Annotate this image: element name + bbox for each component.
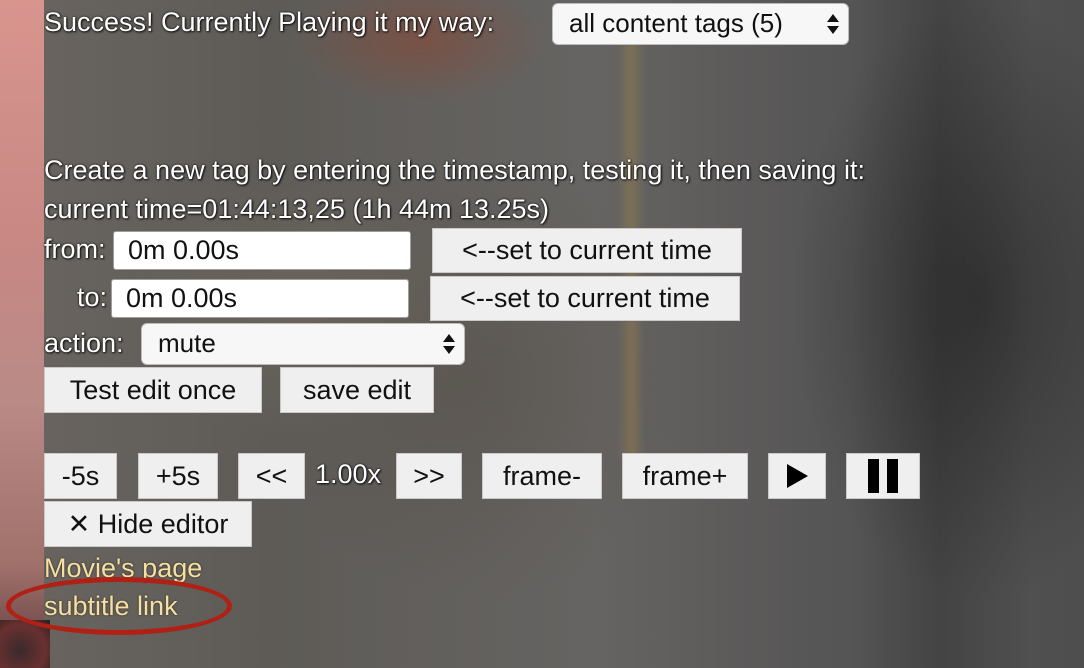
from-time-input[interactable]: 0m 0.00s: [113, 231, 411, 270]
set-to-current-time-button[interactable]: <--set to current time: [430, 276, 740, 321]
editor-instructions: Create a new tag by entering the timesta…: [44, 155, 865, 185]
faster-button[interactable]: >>: [396, 453, 462, 499]
slower-button[interactable]: <<: [238, 453, 305, 499]
background-shadow: [850, 0, 1030, 668]
select-arrows-icon: [443, 334, 455, 354]
from-label: from:: [44, 234, 106, 264]
status-text: Success! Currently Playing it my way:: [44, 7, 495, 37]
action-select[interactable]: mute: [141, 323, 465, 365]
rewind-5s-button[interactable]: -5s: [44, 453, 117, 499]
play-button[interactable]: [768, 453, 826, 499]
hide-editor-button[interactable]: ✕ Hide editor: [44, 501, 252, 547]
current-time-display: current time=01:44:13,25 (1h 44m 13.25s): [44, 194, 550, 224]
set-from-current-time-button[interactable]: <--set to current time: [432, 228, 742, 273]
select-arrows-icon: [827, 14, 839, 34]
save-edit-button[interactable]: save edit: [280, 367, 434, 413]
annotation-circle: [6, 577, 232, 635]
forward-5s-button[interactable]: +5s: [138, 453, 218, 499]
background-left-strip: [0, 0, 44, 668]
content-tags-select-value: all content tags (5): [569, 8, 783, 38]
action-label: action:: [44, 328, 124, 358]
play-icon: [787, 464, 808, 488]
to-time-input[interactable]: 0m 0.00s: [111, 279, 409, 318]
to-label: to:: [77, 282, 108, 312]
test-edit-once-button[interactable]: Test edit once: [44, 367, 262, 413]
pause-icon: [868, 459, 898, 493]
action-select-value: mute: [158, 328, 216, 358]
pause-button[interactable]: [846, 453, 920, 499]
frame-back-button[interactable]: frame-: [482, 453, 602, 499]
content-tags-select[interactable]: all content tags (5): [552, 3, 849, 45]
playback-speed: 1.00x: [315, 459, 382, 489]
video-player-overlay: Success! Currently Playing it my way: al…: [0, 0, 1084, 668]
frame-forward-button[interactable]: frame+: [622, 453, 748, 499]
